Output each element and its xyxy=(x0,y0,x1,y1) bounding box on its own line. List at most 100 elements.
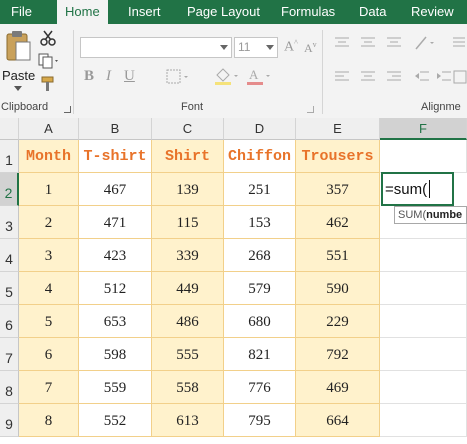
cell-a4[interactable]: 3 xyxy=(19,239,79,272)
row-header-5[interactable]: 5 xyxy=(0,272,19,305)
borders-icon[interactable] xyxy=(166,69,190,85)
cell-d4[interactable]: 268 xyxy=(224,239,296,272)
cell-f5[interactable] xyxy=(380,272,467,305)
cell-a1[interactable]: Month xyxy=(19,140,79,173)
cell-f4[interactable] xyxy=(380,239,467,272)
cell-d8[interactable]: 776 xyxy=(224,371,296,404)
middle-align-icon[interactable] xyxy=(360,36,376,50)
cell-c2[interactable]: 139 xyxy=(152,173,224,206)
wrap-text-icon[interactable] xyxy=(452,36,466,50)
cell-e4[interactable]: 551 xyxy=(296,239,380,272)
cell-a6[interactable]: 5 xyxy=(19,305,79,338)
cell-a8[interactable]: 7 xyxy=(19,371,79,404)
cell-a7[interactable]: 6 xyxy=(19,338,79,371)
cell-c1[interactable]: Shirt xyxy=(152,140,224,173)
cell-c9[interactable]: 613 xyxy=(152,404,224,437)
fill-color-icon[interactable] xyxy=(214,66,240,86)
cell-f8[interactable] xyxy=(380,371,467,404)
align-center-icon[interactable] xyxy=(360,70,376,84)
cell-f7[interactable] xyxy=(380,338,467,371)
tab-home[interactable]: Home xyxy=(57,0,108,24)
cell-e2[interactable]: 357 xyxy=(296,173,380,206)
increase-indent-icon[interactable] xyxy=(436,70,452,84)
bold-icon[interactable]: B xyxy=(84,68,94,85)
row-header-6[interactable]: 6 xyxy=(0,305,19,338)
cell-b9[interactable]: 552 xyxy=(79,404,152,437)
format-painter-icon[interactable] xyxy=(40,76,56,92)
row-header-3[interactable]: 3 xyxy=(0,206,19,239)
active-cell-f2[interactable]: =sum( xyxy=(381,172,454,206)
row-header-8[interactable]: 8 xyxy=(0,371,19,404)
cell-c6[interactable]: 486 xyxy=(152,305,224,338)
font-name-select[interactable] xyxy=(80,37,232,58)
top-align-icon[interactable] xyxy=(334,36,350,50)
column-header-a[interactable]: A xyxy=(19,118,79,140)
row-header-4[interactable]: 4 xyxy=(0,239,19,272)
cell-c8[interactable]: 558 xyxy=(152,371,224,404)
cell-b4[interactable]: 423 xyxy=(79,239,152,272)
cell-d6[interactable]: 680 xyxy=(224,305,296,338)
align-left-icon[interactable] xyxy=(334,70,350,84)
cell-d1[interactable]: Chiffon xyxy=(224,140,296,173)
cell-e7[interactable]: 792 xyxy=(296,338,380,371)
cell-e3[interactable]: 462 xyxy=(296,206,380,239)
copy-icon[interactable] xyxy=(38,53,60,69)
tab-data[interactable]: Data xyxy=(359,0,386,24)
cell-a2[interactable]: 1 xyxy=(19,173,79,206)
cell-a3[interactable]: 2 xyxy=(19,206,79,239)
font-size-select[interactable]: 11 xyxy=(234,37,278,58)
row-header-1[interactable]: 1 xyxy=(0,140,19,173)
cell-a9[interactable]: 8 xyxy=(19,404,79,437)
bottom-align-icon[interactable] xyxy=(386,36,402,50)
tab-formulas[interactable]: Formulas xyxy=(281,0,335,24)
column-header-b[interactable]: B xyxy=(79,118,152,140)
cell-d9[interactable]: 795 xyxy=(224,404,296,437)
cell-e1[interactable]: Trousers xyxy=(296,140,380,173)
row-header-7[interactable]: 7 xyxy=(0,338,19,371)
cell-c4[interactable]: 339 xyxy=(152,239,224,272)
column-header-c[interactable]: C xyxy=(152,118,224,140)
cell-e6[interactable]: 229 xyxy=(296,305,380,338)
cell-b3[interactable]: 471 xyxy=(79,206,152,239)
cut-icon[interactable] xyxy=(40,30,56,46)
cell-b7[interactable]: 598 xyxy=(79,338,152,371)
cell-d5[interactable]: 579 xyxy=(224,272,296,305)
dialog-launcher-icon[interactable] xyxy=(64,106,71,113)
tab-page-layout[interactable]: Page Layout xyxy=(187,0,260,24)
cell-a5[interactable]: 4 xyxy=(19,272,79,305)
align-right-icon[interactable] xyxy=(386,70,402,84)
cell-d3[interactable]: 153 xyxy=(224,206,296,239)
tab-review[interactable]: Review xyxy=(411,0,454,24)
cell-b1[interactable]: T-shirt xyxy=(79,140,152,173)
cell-b5[interactable]: 512 xyxy=(79,272,152,305)
column-header-f[interactable]: F xyxy=(380,118,467,140)
column-header-e[interactable]: E xyxy=(296,118,380,140)
cell-e8[interactable]: 469 xyxy=(296,371,380,404)
select-all-corner[interactable] xyxy=(0,118,19,140)
cell-e9[interactable]: 664 xyxy=(296,404,380,437)
cell-f6[interactable] xyxy=(380,305,467,338)
column-header-d[interactable]: D xyxy=(224,118,296,140)
cell-d2[interactable]: 251 xyxy=(224,173,296,206)
dialog-launcher-icon[interactable] xyxy=(307,106,314,113)
font-color-icon[interactable]: A xyxy=(246,66,272,86)
tab-insert[interactable]: Insert xyxy=(128,0,161,24)
orientation-icon[interactable] xyxy=(414,35,436,51)
row-header-2[interactable]: 2 xyxy=(0,173,19,206)
underline-icon[interactable]: U xyxy=(124,68,135,85)
row-header-9[interactable]: 9 xyxy=(0,404,19,437)
decrease-indent-icon[interactable] xyxy=(414,70,430,84)
tab-file[interactable]: File xyxy=(11,0,32,24)
cell-e5[interactable]: 590 xyxy=(296,272,380,305)
cell-f1[interactable] xyxy=(380,140,467,173)
cell-d7[interactable]: 821 xyxy=(224,338,296,371)
italic-icon[interactable]: I xyxy=(106,68,111,85)
cell-c5[interactable]: 449 xyxy=(152,272,224,305)
cell-c3[interactable]: 115 xyxy=(152,206,224,239)
tooltip-argument[interactable]: numbe xyxy=(426,209,462,221)
cell-b2[interactable]: 467 xyxy=(79,173,152,206)
paste-button[interactable]: Paste xyxy=(2,30,35,91)
cell-f9[interactable] xyxy=(380,404,467,437)
merge-center-icon[interactable] xyxy=(453,70,467,84)
decrease-font-size-icon[interactable]: Av xyxy=(304,40,317,56)
